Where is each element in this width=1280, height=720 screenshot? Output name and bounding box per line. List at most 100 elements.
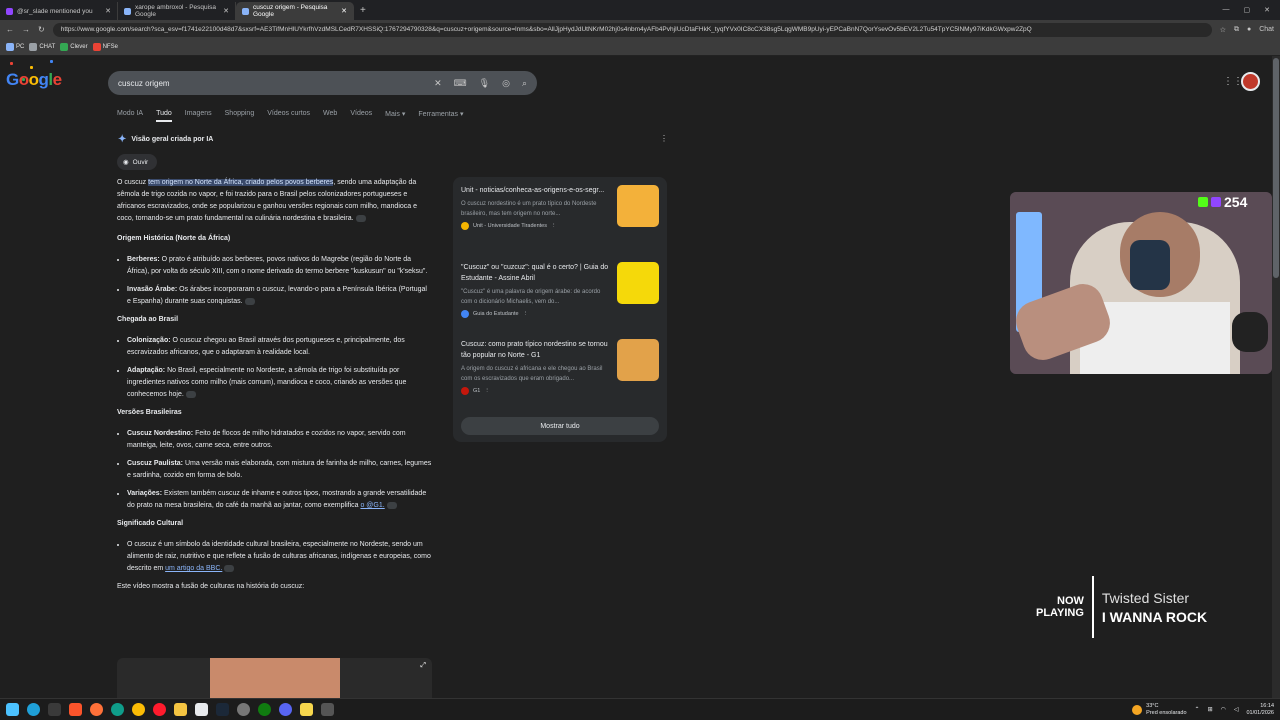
- tab-0[interactable]: @sr_slade mentioned you ✕: [0, 2, 118, 20]
- search-input[interactable]: cuscuz origem: [118, 79, 434, 88]
- bookmark-item[interactable]: CHAT: [29, 43, 55, 51]
- bookmark-item[interactable]: NFSe: [92, 43, 118, 51]
- weather-widget[interactable]: 33°C Pred ensolarado: [1132, 703, 1187, 717]
- link-chip-icon[interactable]: [224, 564, 235, 572]
- forward-icon[interactable]: →: [22, 25, 30, 34]
- source-site: Guia do Estudante ⋮: [461, 310, 661, 318]
- microphone-icon[interactable]: 🎙: [479, 78, 490, 89]
- close-window-icon[interactable]: ✕: [1264, 6, 1270, 14]
- language-icon[interactable]: ⊞: [1208, 706, 1213, 713]
- bookmark-label: Clever: [70, 44, 88, 50]
- extensions-icon[interactable]: ⧉: [1234, 26, 1239, 34]
- back-icon[interactable]: ←: [6, 25, 14, 34]
- maximize-icon[interactable]: ▢: [1244, 6, 1251, 14]
- close-tab-icon[interactable]: ✕: [341, 7, 347, 15]
- site-favicon-icon: [461, 222, 469, 230]
- link-chip-icon[interactable]: [355, 214, 366, 222]
- bookmark-icon: [60, 43, 69, 51]
- bookmark-item[interactable]: PC: [6, 43, 24, 51]
- bookmark-item[interactable]: Clever: [60, 43, 88, 51]
- bbc-link[interactable]: um artigo da BBC.: [165, 565, 222, 572]
- more-options-icon[interactable]: ⋮: [484, 388, 490, 394]
- tab-1[interactable]: xarope ambroxol - Pesquisa Google ✕: [118, 2, 236, 20]
- volume-icon[interactable]: ◁: [1234, 706, 1239, 713]
- folder-icon[interactable]: [174, 703, 187, 716]
- chat-icon[interactable]: Chat: [1259, 26, 1274, 33]
- expand-icon[interactable]: ⤢: [420, 662, 426, 670]
- source-title[interactable]: "Cuscuz" ou "cuzcuz": qual é o certo? | …: [461, 262, 613, 284]
- avatar[interactable]: [1241, 72, 1260, 91]
- bookmark-star-icon[interactable]: ☆: [1220, 26, 1226, 34]
- wifi-icon[interactable]: ◠: [1221, 706, 1226, 713]
- notes-icon[interactable]: [300, 703, 313, 716]
- listen-button[interactable]: ◉ Ouvir: [117, 154, 157, 170]
- new-tab-icon[interactable]: +: [354, 5, 372, 16]
- profile-icon[interactable]: ●: [1247, 26, 1251, 33]
- page-scrollbar[interactable]: [1272, 56, 1280, 698]
- filter-tab-active[interactable]: Tudo: [156, 110, 172, 122]
- firefox-icon[interactable]: [90, 703, 103, 716]
- keyboard-icon[interactable]: ⌨: [454, 78, 467, 89]
- search-icon[interactable]: ⌕: [522, 78, 527, 89]
- item-term: Invasão Árabe:: [127, 286, 178, 293]
- source-card[interactable]: Unit - noticias/conheca-as-origens-e-os-…: [461, 185, 661, 230]
- section-list: O cuscuz é um símbolo da identidade cult…: [117, 539, 432, 575]
- webcam-overlay: 254: [1010, 192, 1272, 374]
- chevron-up-icon[interactable]: ⌃: [1195, 706, 1200, 713]
- chevron-down-icon: ▾: [460, 111, 464, 118]
- list-item: Cuscuz Nordestino: Feito de flocos de mi…: [127, 428, 432, 452]
- minimize-icon[interactable]: —: [1223, 6, 1230, 14]
- video-thumbnail[interactable]: ⤢: [117, 658, 432, 698]
- clock[interactable]: 16:14 01/01/2026: [1246, 703, 1274, 717]
- google-logo[interactable]: Google: [6, 70, 62, 90]
- source-card[interactable]: "Cuscuz" ou "cuzcuz": qual é o certo? | …: [461, 262, 661, 318]
- filter-tab[interactable]: Imagens: [185, 110, 212, 122]
- url-field[interactable]: https://www.google.com/search?sca_esv=f1…: [52, 22, 1212, 37]
- scrollbar-thumb[interactable]: [1273, 58, 1279, 278]
- link-chip-icon[interactable]: [244, 297, 255, 305]
- window-controls: — ▢ ✕: [1223, 6, 1280, 14]
- filter-tab-tools[interactable]: Ferramentas ▾: [418, 110, 463, 122]
- discord-icon[interactable]: [279, 703, 292, 716]
- brave-icon[interactable]: [69, 703, 82, 716]
- source-title[interactable]: Cuscuz: como prato típico nordestino se …: [461, 339, 613, 361]
- reload-icon[interactable]: ↻: [38, 25, 45, 34]
- filter-tab[interactable]: Vídeos curtos: [267, 110, 310, 122]
- filter-tab-more[interactable]: Mais ▾: [385, 110, 405, 122]
- clear-icon[interactable]: ✕: [434, 78, 442, 89]
- lens-icon[interactable]: ◎: [502, 78, 510, 89]
- xbox-icon[interactable]: [48, 703, 61, 716]
- show-all-button[interactable]: Mostrar tudo: [461, 417, 659, 435]
- app-icon[interactable]: [321, 703, 334, 716]
- bookmark-icon: [92, 43, 101, 51]
- steam-icon[interactable]: [216, 703, 229, 716]
- edge-icon[interactable]: [111, 703, 124, 716]
- more-options-icon[interactable]: ⋮: [523, 311, 529, 317]
- more-options-icon[interactable]: ⋮: [551, 223, 557, 229]
- edge-icon[interactable]: [27, 703, 40, 716]
- link-chip-icon[interactable]: [185, 390, 196, 398]
- source-title[interactable]: Unit - noticias/conheca-as-origens-e-os-…: [461, 185, 613, 196]
- list-item: Berberes: O prato é atribuído aos berber…: [127, 254, 432, 278]
- filter-tab[interactable]: Web: [323, 110, 337, 122]
- windows-start-icon[interactable]: [6, 703, 19, 716]
- bookmark-icon: [29, 43, 38, 51]
- filter-tab[interactable]: Shopping: [225, 110, 255, 122]
- close-tab-icon[interactable]: ✕: [223, 7, 229, 15]
- g1-link[interactable]: o @G1.: [360, 502, 384, 509]
- search-box[interactable]: cuscuz origem ✕ ⌨ 🎙 ◎ ⌕: [108, 71, 537, 95]
- opera-icon[interactable]: [153, 703, 166, 716]
- close-tab-icon[interactable]: ✕: [105, 7, 111, 15]
- settings-icon[interactable]: [237, 703, 250, 716]
- filter-tab[interactable]: Modo IA: [117, 110, 143, 122]
- item-term: Cuscuz Nordestino:: [127, 430, 194, 437]
- store-icon[interactable]: [195, 703, 208, 716]
- filter-tab[interactable]: Vídeos: [350, 110, 372, 122]
- source-card[interactable]: Cuscuz: como prato típico nordestino se …: [461, 339, 661, 395]
- more-options-icon[interactable]: ⋮: [660, 134, 668, 143]
- link-chip-icon[interactable]: [386, 501, 397, 509]
- chrome-icon[interactable]: [132, 703, 145, 716]
- tab-2[interactable]: cuscuz origem - Pesquisa Google ✕: [236, 2, 354, 20]
- tab-favicon-icon: [6, 7, 13, 15]
- xbox-icon[interactable]: [258, 703, 271, 716]
